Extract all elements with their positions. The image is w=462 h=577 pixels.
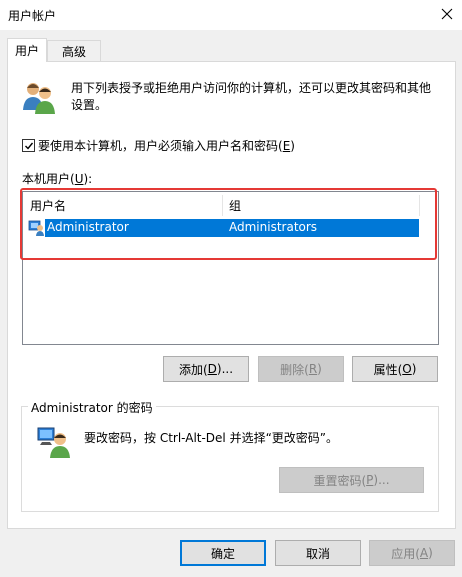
add-user-button[interactable]: 添加(D)...: [163, 356, 249, 382]
remove-user-button-post: ): [317, 362, 322, 376]
apply-button[interactable]: 应用(A): [369, 540, 455, 566]
apply-button-accel: A: [419, 546, 429, 560]
add-user-button-pre: 添加(: [178, 362, 208, 377]
users-icon: [21, 80, 57, 117]
tab-advanced-label: 高级: [61, 45, 86, 59]
add-user-button-post: )...: [216, 362, 234, 376]
remove-user-button[interactable]: 删除(R): [258, 356, 344, 382]
password-instructions: 要改密码，按 Ctrl-Alt-Del 并选择“更改密码”。: [84, 431, 339, 445]
tab-users-label: 用户: [14, 44, 39, 58]
require-login-label-pre: 要使用本计算机，用户必须输入用户名和密码(: [38, 139, 283, 153]
tab-users[interactable]: 用户: [7, 38, 47, 62]
password-group: [21, 406, 439, 512]
user-key-icon: [36, 424, 72, 461]
local-users-label-pre: 本机用户(: [22, 172, 75, 186]
window-title: 用户帐户: [8, 9, 57, 23]
add-user-button-accel: D: [207, 362, 217, 376]
properties-button-accel: O: [402, 362, 412, 376]
require-login-label[interactable]: 要使用本计算机，用户必须输入用户名和密码(E): [38, 137, 295, 154]
reset-password-button[interactable]: 重置密码(P)...: [279, 467, 424, 493]
local-users-label-post: ):: [83, 172, 93, 186]
reset-password-button-accel: P: [366, 473, 374, 487]
password-group-title: Administrator 的密码: [28, 399, 156, 416]
properties-button-pre: 属性(: [373, 362, 403, 377]
properties-button[interactable]: 属性(O): [352, 356, 438, 382]
close-icon: [441, 8, 453, 20]
users-description: 用下列表授予或拒绝用户访问你的计算机，还可以更改其密码和其他设置。: [71, 81, 432, 112]
properties-button-post: ): [411, 362, 417, 376]
title-bar: [0, 0, 462, 30]
reset-password-button-post: )...: [373, 473, 390, 487]
highlight-box: [20, 188, 437, 260]
require-login-label-post: ): [290, 139, 295, 153]
require-login-checkbox[interactable]: [22, 139, 35, 152]
apply-button-pre: 应用(: [391, 546, 420, 561]
check-icon: [24, 142, 33, 150]
remove-user-button-pre: 删除(: [280, 362, 309, 377]
reset-password-button-pre: 重置密码(: [313, 473, 367, 488]
remove-user-button-accel: R: [308, 362, 318, 376]
ok-button[interactable]: 确定: [180, 540, 266, 566]
tab-advanced[interactable]: 高级: [47, 40, 101, 62]
local-users-label: 本机用户(U):: [22, 170, 92, 187]
close-button[interactable]: [436, 2, 458, 26]
cancel-button[interactable]: 取消: [275, 540, 361, 566]
apply-button-post: ): [428, 546, 433, 560]
